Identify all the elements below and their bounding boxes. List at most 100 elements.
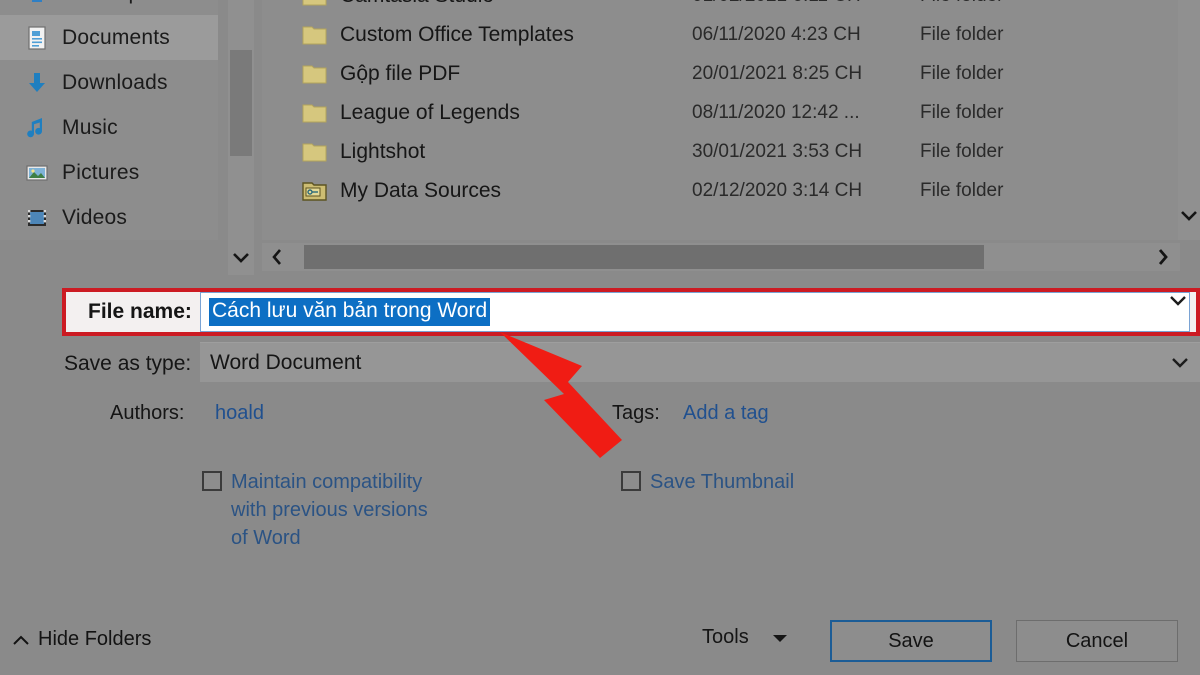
file-name-text: Gộp file PDF: [340, 61, 461, 85]
chevron-left-icon: [272, 249, 281, 265]
hide-folders-label: Hide Folders: [38, 628, 152, 650]
file-date-cell: 02/12/2020 3:14 CH: [692, 179, 863, 201]
table-row[interactable]: Lightshot 30/01/2021 3:53 CH File folder: [262, 132, 1180, 171]
pictures-icon: [26, 164, 48, 181]
folder-icon: [302, 104, 327, 122]
file-date-cell: 08/11/2020 12:42 ...: [692, 101, 860, 123]
file-browser-area: Desktop Documents Downloads: [0, 0, 1200, 275]
save-button[interactable]: Save: [830, 620, 992, 662]
chevron-down-icon: [1170, 296, 1186, 306]
documents-icon: [28, 25, 46, 50]
sidebar-item-label: Documents: [62, 25, 171, 49]
folder-icon: [302, 0, 327, 5]
file-name-cell: Gộp file PDF: [262, 62, 692, 86]
file-name-text: Custom Office Templates: [340, 22, 574, 46]
file-list[interactable]: Camtasia Studio 01/02/2021 6:11 CH File …: [262, 0, 1180, 240]
caret-down-icon: [771, 629, 789, 647]
checkbox-label: Save Thumbnail: [650, 471, 795, 493]
scroll-left-button[interactable]: [262, 243, 292, 271]
file-name-text: League of Legends: [340, 100, 520, 124]
file-type-cell: File folder: [920, 179, 1004, 201]
scrollbar-thumb[interactable]: [230, 50, 252, 156]
hide-folders-button[interactable]: Hide Folders: [12, 628, 151, 651]
scrollbar-thumb[interactable]: [304, 245, 984, 269]
file-list-scroll-down-button[interactable]: [1178, 198, 1200, 234]
authors-value[interactable]: hoald: [215, 402, 264, 425]
table-row[interactable]: Custom Office Templates 06/11/2020 4:23 …: [262, 15, 1180, 54]
chevron-up-icon: [13, 635, 29, 645]
file-name-text: My Data Sources: [340, 178, 502, 202]
sidebar-item-pictures[interactable]: Pictures: [0, 150, 218, 195]
chevron-right-icon: [1158, 249, 1168, 265]
sidebar-item-label: Pictures: [62, 160, 140, 184]
checkbox-box[interactable]: [621, 471, 641, 491]
file-type-cell: File folder: [920, 23, 1004, 45]
checkbox-label: Maintain compatibility with previous ver…: [231, 471, 428, 549]
tools-label: Tools: [702, 626, 749, 648]
folder-special-icon: [302, 181, 327, 201]
sidebar-item-downloads[interactable]: Downloads: [0, 60, 218, 105]
sidebar-item-label: Desktop: [62, 0, 140, 5]
file-name-cell: My Data Sources: [262, 179, 692, 203]
file-name-cell: Custom Office Templates: [262, 23, 692, 47]
file-name-label: File name:: [88, 300, 192, 323]
file-name-dropdown-button[interactable]: [1166, 288, 1190, 312]
authors-label: Authors:: [110, 402, 185, 424]
tags-label: Tags:: [612, 402, 660, 424]
sidebar-item-label: Music: [62, 115, 118, 139]
file-type-cell: File folder: [920, 101, 1004, 123]
videos-icon: [28, 209, 46, 226]
add-a-tag-link[interactable]: Add a tag: [683, 402, 769, 425]
sidebar-item-label: Downloads: [62, 70, 168, 94]
file-date-cell: 30/01/2021 3:53 CH: [692, 140, 863, 162]
file-type-cell: File folder: [920, 62, 1004, 84]
navigation-pane-scrollbar[interactable]: [228, 0, 254, 240]
scroll-right-button[interactable]: [1146, 243, 1180, 271]
folder-icon: [302, 143, 327, 161]
file-date-cell: 20/01/2021 8:25 CH: [692, 62, 863, 84]
tools-button[interactable]: Tools: [702, 626, 789, 649]
sidebar-item-music[interactable]: Music: [0, 105, 218, 150]
maintain-compatibility-checkbox[interactable]: Maintain compatibility with previous ver…: [202, 468, 432, 552]
chevron-down-icon: [233, 252, 249, 263]
table-row[interactable]: Camtasia Studio 01/02/2021 6:11 CH File …: [262, 0, 1180, 15]
desktop-icon: [32, 0, 42, 2]
downloads-icon: [29, 72, 45, 92]
sidebar-item-desktop[interactable]: Desktop: [0, 0, 218, 15]
table-row[interactable]: Gộp file PDF 20/01/2021 8:25 CH File fol…: [262, 54, 1180, 93]
file-name-text: Lightshot: [340, 139, 426, 163]
save-as-dialog: Desktop Documents Downloads: [0, 0, 1200, 675]
file-date-cell: 01/02/2021 6:11 CH: [692, 0, 920, 7]
file-type-cell: File folder: [920, 0, 1003, 7]
file-date-cell: 06/11/2020 4:23 CH: [692, 23, 861, 45]
table-row[interactable]: My Data Sources 02/12/2020 3:14 CH File …: [262, 171, 1180, 210]
save-as-type-select[interactable]: Word Document: [200, 342, 1200, 382]
navigation-scroll-down-button[interactable]: [228, 240, 254, 275]
navigation-pane[interactable]: Desktop Documents Downloads: [0, 0, 218, 240]
sidebar-item-documents[interactable]: Documents: [0, 15, 218, 60]
save-as-type-value: Word Document: [210, 350, 362, 374]
scrollbar-track[interactable]: [292, 245, 1146, 269]
music-icon: [27, 117, 43, 137]
checkbox-box[interactable]: [202, 471, 222, 491]
save-thumbnail-checkbox[interactable]: Save Thumbnail: [621, 468, 901, 496]
sidebar-item-videos[interactable]: Videos: [0, 195, 218, 240]
file-name-cell: Lightshot: [262, 140, 692, 164]
file-name-text: Camtasia Studio: [340, 0, 494, 8]
folder-icon: [302, 65, 327, 83]
file-name-input[interactable]: Cách lưu văn bản trong Word: [200, 292, 1190, 332]
save-as-type-label: Save as type:: [64, 352, 192, 375]
folder-icon: [302, 26, 327, 44]
sidebar-item-label: Videos: [62, 205, 128, 229]
file-type-cell: File folder: [920, 140, 1004, 162]
save-as-type-dropdown-button[interactable]: [1168, 350, 1192, 374]
cancel-button[interactable]: Cancel: [1016, 620, 1178, 662]
file-name-value: Cách lưu văn bản trong Word: [209, 298, 491, 326]
chevron-down-icon: [1172, 358, 1188, 368]
save-form: File name: Cách lưu văn bản trong Word S…: [0, 280, 1200, 610]
chevron-down-icon: [1181, 211, 1197, 221]
file-name-cell: League of Legends: [262, 101, 692, 125]
file-list-horizontal-scrollbar[interactable]: [262, 243, 1180, 271]
file-name-cell: Camtasia Studio: [262, 0, 692, 8]
table-row[interactable]: League of Legends 08/11/2020 12:42 ... F…: [262, 93, 1180, 132]
